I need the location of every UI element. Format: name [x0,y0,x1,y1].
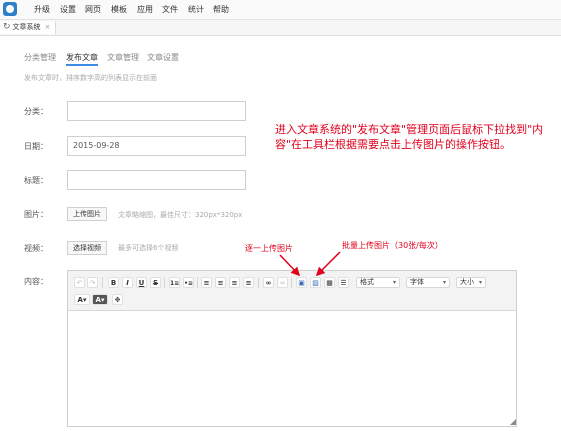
toolbar-divider [102,277,103,288]
category-label: 分类： [24,107,48,116]
fullscreen-icon[interactable]: ✥ [112,294,123,305]
publish-hint: 发布文章时，排序数字高的列表显示在前面 [24,74,157,82]
chevron-down-icon: ▾ [478,279,482,286]
image-size-note: 文章略缩图，最佳尺寸：320px*320px [118,211,243,219]
undo-icon[interactable]: ↶ [74,277,85,288]
upload-image-button[interactable]: 上传图片 [67,207,107,221]
unordered-list-icon[interactable]: •≡ [183,277,194,288]
date-label: 日期： [24,142,48,151]
tab-label: 文章系统 [12,23,41,31]
italic-icon[interactable]: I [122,277,133,288]
date-input[interactable]: 2015-09-28 [67,136,246,156]
bold-icon[interactable]: B [108,277,119,288]
font-dropdown-label: 字体 [410,278,424,286]
font-color-icon[interactable]: A▾ [74,294,90,305]
app-logo-icon[interactable] [3,2,17,16]
resize-handle-icon[interactable] [510,419,516,425]
tab-article-system[interactable]: ↻ 文章系统 × [0,21,57,34]
align-left-icon[interactable]: ≡ [201,277,212,288]
toolbar-divider [258,277,259,288]
menu-help[interactable]: 帮助 [213,4,229,15]
size-dropdown-label: 大小 [460,278,474,286]
close-icon[interactable]: × [45,21,51,34]
video-label: 视频： [24,244,48,253]
toolbar-divider [291,277,292,288]
format-dropdown-label: 格式 [360,278,374,286]
content-label: 内容： [24,277,48,286]
category-input[interactable] [67,101,246,121]
subtab-article-manage[interactable]: 文章管理 [107,52,139,63]
strikethrough-icon[interactable]: S [150,277,161,288]
subtab-category-manage[interactable]: 分类管理 [24,52,56,63]
batch-upload-annotation: 批量上传图片（30张/每次） [342,241,443,250]
menu-stats[interactable]: 统计 [188,4,204,15]
table-icon[interactable]: ▦ [324,277,335,288]
chevron-down-icon: ▾ [392,279,396,286]
subtab-article-settings[interactable]: 文章设置 [147,52,179,63]
title-label: 标题： [24,176,48,185]
editor-toolbar [67,270,517,311]
underline-icon[interactable]: U [136,277,147,288]
menu-settings[interactable]: 设置 [60,4,76,15]
menu-files[interactable]: 文件 [162,4,178,15]
insert-image-icon[interactable]: ▣ [296,277,307,288]
align-justify-icon[interactable]: ≡ [243,277,254,288]
align-right-icon[interactable]: ≡ [229,277,240,288]
background-color-icon[interactable]: A▾ [92,294,108,305]
instruction-annotation: 进入文章系统的"发布文章"管理页面后鼠标下拉找到"内容"在工具栏根据需要点击上传… [275,123,544,151]
tab-strip [0,20,561,36]
single-upload-annotation: 逐一上传图片 [245,244,293,253]
redo-icon[interactable]: ↷ [87,277,98,288]
refresh-icon[interactable]: ↻ [3,21,11,34]
align-center-icon[interactable]: ≡ [215,277,226,288]
select-video-button[interactable]: 选择视频 [67,241,107,255]
toolbar-divider [164,277,165,288]
chevron-down-icon: ▾ [442,279,446,286]
size-dropdown[interactable]: 大小 ▾ [456,277,486,288]
format-dropdown[interactable]: 格式 ▾ [356,277,400,288]
menu-template[interactable]: 模板 [111,4,127,15]
title-input[interactable] [67,170,246,190]
image-label: 图片： [24,210,48,219]
font-dropdown[interactable]: 字体 ▾ [406,277,450,288]
horizontal-rule-icon[interactable]: ☰ [338,277,349,288]
unlink-icon[interactable]: ∞ [277,277,288,288]
batch-image-icon[interactable]: ▨ [310,277,321,288]
menu-apps[interactable]: 应用 [137,4,153,15]
ordered-list-icon[interactable]: 1≡ [169,277,180,288]
toolbar-divider [197,277,198,288]
menu-upgrade[interactable]: 升级 [34,4,50,15]
menu-webpage[interactable]: 网页 [85,4,101,15]
video-limit-note: 最多可选择6个视频 [118,244,179,252]
subtab-publish-article[interactable]: 发布文章 [66,52,98,66]
link-icon[interactable]: ∞ [263,277,274,288]
